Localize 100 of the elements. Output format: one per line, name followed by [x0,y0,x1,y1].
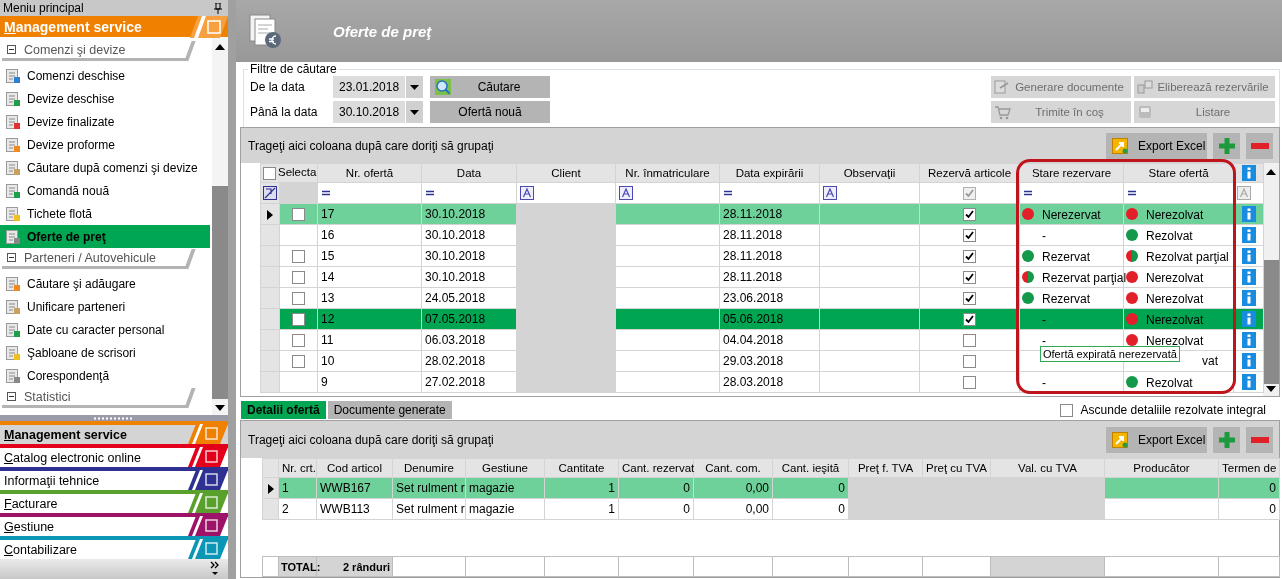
info-icon[interactable] [1241,248,1256,264]
menu-item[interactable]: Oferte de preţ [0,225,210,248]
menu-item[interactable]: Şabloane de scrisori [0,341,210,364]
menu-item[interactable]: Corespondenţă [0,364,210,387]
column-header[interactable]: Rezervă articole [919,163,1020,183]
module-tab[interactable]: Catalog electronic online [0,444,228,467]
checkbox[interactable] [963,271,976,285]
column-header[interactable]: Preţ f. TVA [848,458,923,478]
checkbox[interactable] [292,313,305,327]
overflow-icon[interactable] [210,561,220,577]
remove-button[interactable] [1246,132,1273,159]
checkbox[interactable] [963,229,976,243]
column-header[interactable]: Nr. ofertă [317,163,422,183]
checkbox[interactable] [1059,403,1073,417]
module-tab[interactable]: Facturare [0,490,228,513]
checkbox[interactable] [963,292,976,306]
checkbox[interactable] [963,313,976,327]
module-tab[interactable]: Informaţii tehnice [0,467,228,490]
column-header[interactable]: Cod articol [316,458,393,478]
date-field[interactable]: 30.10.2018 [333,101,423,123]
column-header[interactable]: Cant. rezervat [618,458,694,478]
text-filter-icon[interactable] [823,186,837,200]
remove-button[interactable] [1246,426,1273,453]
filter-icon[interactable] [263,186,277,201]
info-icon[interactable] [1241,374,1256,390]
info-icon[interactable] [1241,353,1256,369]
date-field[interactable]: 23.01.2018 [333,76,423,98]
column-header[interactable]: Gestiune [465,458,545,478]
column-header[interactable]: Nr. înmatriculare [615,163,720,183]
collapse-icon[interactable] [7,253,16,262]
action-button[interactable]: Căutare [430,76,550,98]
checkbox[interactable] [963,187,976,201]
scroll-up-icon[interactable] [1266,169,1276,175]
column-header[interactable]: Denumire [392,458,466,478]
column-header[interactable]: Cantitate [544,458,619,478]
checkbox[interactable] [292,355,305,369]
menu-item[interactable]: Devize proforme [0,133,210,156]
module-tab[interactable]: Gestiune [0,513,228,536]
row-header[interactable] [260,203,280,225]
menu-item[interactable]: Unificare parteneri [0,295,210,318]
add-button[interactable] [1213,132,1240,159]
row-header[interactable] [262,477,279,499]
column-header[interactable]: Cant. ieşită [772,458,849,478]
info-icon[interactable] [1241,290,1256,306]
column-header[interactable]: Data expirării [719,163,820,183]
info-icon[interactable] [1241,332,1256,348]
checkbox[interactable] [963,250,976,264]
menu-item[interactable]: Căutare după comenzi şi devize [0,156,210,179]
checkbox[interactable] [292,334,305,348]
export-button[interactable]: Export Excel [1106,426,1207,453]
column-header[interactable]: Client [516,163,616,183]
menu-item[interactable]: Devize deschise [0,87,210,110]
equals-icon[interactable] [1127,189,1137,197]
menu-item[interactable]: Date cu caracter personal [0,318,210,341]
info-icon[interactable] [1241,165,1256,181]
scroll-up-icon[interactable] [215,44,225,50]
menu-item[interactable]: Comenzi deschise [0,64,210,87]
info-icon[interactable] [1241,311,1256,327]
column-header[interactable]: Observaţii [819,163,920,183]
checkbox[interactable] [963,355,976,369]
checkbox[interactable] [963,208,976,222]
add-button[interactable] [1213,426,1240,453]
pin-icon[interactable] [214,2,222,14]
column-header[interactable]: Preţ cu TVA [922,458,991,478]
checkbox[interactable] [292,271,305,285]
checkbox[interactable] [263,166,276,180]
scroll-down-icon[interactable] [1266,386,1276,392]
menu-item[interactable]: Căutare şi adăugare [0,272,210,295]
info-icon[interactable] [1241,227,1256,243]
equals-icon[interactable] [425,189,435,197]
column-header[interactable]: Stare rezervare [1019,163,1124,183]
text-filter-icon[interactable] [619,186,633,200]
checkbox[interactable] [292,250,305,264]
scrollbar[interactable] [212,38,228,415]
resize-grip[interactable] [94,416,134,420]
equals-icon[interactable] [1023,189,1033,197]
collapse-icon[interactable] [7,392,16,401]
equals-icon[interactable] [321,189,331,197]
module-tab[interactable]: Management service [0,421,228,444]
info-icon[interactable] [1241,269,1256,285]
export-button[interactable]: Export Excel [1106,132,1207,159]
checkbox[interactable] [292,208,305,222]
dropdown-icon[interactable] [410,84,419,90]
menu-item[interactable]: Devize finalizate [0,110,210,133]
column-header[interactable]: Data [421,163,517,183]
text-filter-icon[interactable] [520,186,534,200]
collapse-icon[interactable] [7,45,16,54]
action-button[interactable]: Ofertă nouă [430,101,550,123]
column-header[interactable]: Stare ofertă [1123,163,1234,183]
scroll-down-icon[interactable] [215,405,225,411]
checkbox[interactable] [963,334,976,348]
column-header[interactable]: Termen de [1218,458,1280,478]
tab[interactable]: Documente generate [327,401,452,419]
tab[interactable]: Detalii ofertă [241,401,326,419]
column-header[interactable]: Nr. crt. [278,458,317,478]
column-header[interactable]: Cant. com. [693,458,773,478]
menu-item[interactable]: Tichete flotă [0,202,210,225]
dropdown-icon[interactable] [410,109,419,115]
menu-item[interactable]: Comandă nouă [0,179,210,202]
module-tab[interactable]: Contabilizare [0,536,228,559]
